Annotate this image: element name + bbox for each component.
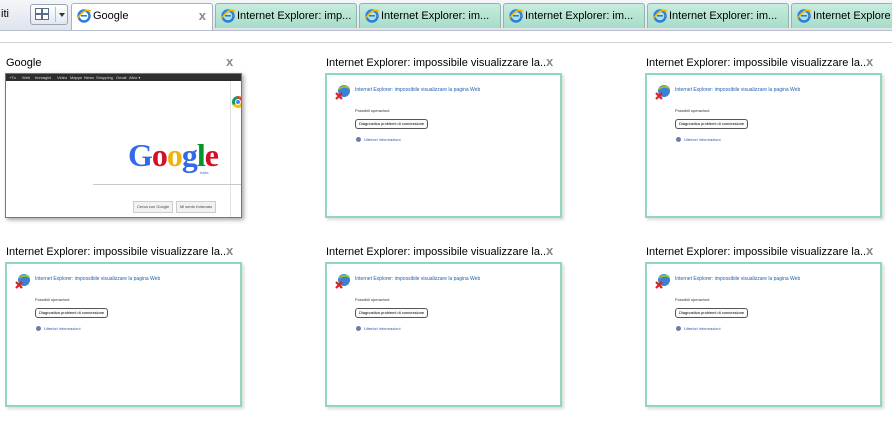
tab-google[interactable]: Google x bbox=[71, 3, 213, 30]
page-preview[interactable]: +Tu Web Immagini Video Mappe News Shoppi… bbox=[5, 73, 242, 218]
tab-label: Internet Explorer: im... bbox=[381, 10, 490, 22]
error-title: Internet Explorer: impossibile visualizz… bbox=[675, 87, 801, 93]
ie-error-globe-icon bbox=[335, 273, 351, 289]
google-subtitle: Italia bbox=[200, 170, 209, 175]
more-info-link: Ulteriori informazioni bbox=[364, 137, 401, 142]
ie-error-globe-icon bbox=[655, 84, 671, 100]
error-title: Internet Explorer: impossibile visualizz… bbox=[35, 276, 161, 282]
thumbnail-title: Internet Explorer: impossibile visualizz… bbox=[326, 57, 550, 69]
ie-page-icon bbox=[652, 8, 668, 24]
thumbnail-ie-error[interactable]: Internet Explorer: impossibile visualizz… bbox=[640, 243, 890, 426]
page-preview[interactable]: Internet Explorer: impossibile visualizz… bbox=[5, 262, 242, 407]
thumbnail-title: Internet Explorer: impossibile visualizz… bbox=[646, 57, 870, 69]
thumbnail-google[interactable]: Google x +Tu Web Immagini Video Mappe Ne… bbox=[0, 54, 250, 237]
close-thumbnail-icon[interactable]: x bbox=[226, 243, 233, 258]
diagnose-button: Diagnostica problemi di connessione bbox=[35, 308, 109, 318]
close-tab-icon[interactable]: x bbox=[199, 8, 206, 23]
divider bbox=[0, 42, 892, 43]
more-info-link: Ulteriori informazioni bbox=[684, 137, 721, 142]
diagnose-button: Diagnostica problemi di connessione bbox=[355, 119, 429, 129]
more-info-link: Ulteriori informazioni bbox=[44, 326, 81, 331]
error-title: Internet Explorer: impossibile visualizz… bbox=[355, 87, 481, 93]
close-thumbnail-icon[interactable]: x bbox=[546, 243, 553, 258]
error-possible-label: Possibili operazioni: bbox=[355, 108, 391, 113]
expand-icon bbox=[36, 326, 41, 331]
close-thumbnail-icon[interactable]: x bbox=[226, 54, 233, 69]
tab-label: Internet Explorer: im... bbox=[669, 10, 778, 22]
thumbnail-title: Internet Explorer: impossibile visualizz… bbox=[646, 246, 870, 258]
ie-page-icon bbox=[76, 8, 92, 24]
tab-list-dropdown-icon[interactable] bbox=[59, 13, 65, 17]
page-preview[interactable]: Internet Explorer: impossibile visualizz… bbox=[325, 262, 562, 407]
ie-page-icon bbox=[796, 8, 812, 24]
tab-ie-error-1[interactable]: Internet Explorer: imp... bbox=[215, 3, 357, 28]
toolbar-label: iti bbox=[1, 8, 9, 20]
ie-page-icon bbox=[220, 8, 236, 24]
google-search-box bbox=[93, 184, 241, 191]
tab-label: Internet Explorer: imp... bbox=[237, 10, 352, 22]
tab-ie-error-2[interactable]: Internet Explorer: im... bbox=[359, 3, 501, 28]
close-thumbnail-icon[interactable]: x bbox=[546, 54, 553, 69]
tab-ie-error-4[interactable]: Internet Explorer: im... bbox=[647, 3, 789, 28]
quick-tabs-button[interactable] bbox=[30, 4, 68, 25]
ie-error-globe-icon bbox=[335, 84, 351, 100]
ie-error-globe-icon bbox=[15, 273, 31, 289]
thumbnail-title: Internet Explorer: impossibile visualizz… bbox=[6, 246, 230, 258]
close-thumbnail-icon[interactable]: x bbox=[866, 54, 873, 69]
thumbnail-ie-error[interactable]: Internet Explorer: impossibile visualizz… bbox=[640, 54, 890, 237]
thumbnail-title: Google bbox=[6, 57, 42, 69]
diagnose-button: Diagnostica problemi di connessione bbox=[675, 119, 749, 129]
google-topbar: +Tu Web Immagini Video Mappe News Shoppi… bbox=[6, 74, 241, 81]
quick-tabs-grid-icon bbox=[35, 8, 49, 21]
thumbnail-ie-error[interactable]: Internet Explorer: impossibile visualizz… bbox=[320, 243, 570, 426]
thumbnail-title: Internet Explorer: impossibile visualizz… bbox=[326, 246, 550, 258]
expand-icon bbox=[356, 326, 361, 331]
google-lucky-button: Mi sento fortunato bbox=[176, 201, 217, 213]
tab-label: Internet Explorer: im... bbox=[525, 10, 634, 22]
tab-bar: iti Google x Internet Explorer: imp... I… bbox=[0, 0, 892, 31]
error-title: Internet Explorer: impossibile visualizz… bbox=[675, 276, 801, 282]
diagnose-button: Diagnostica problemi di connessione bbox=[675, 308, 749, 318]
expand-icon bbox=[676, 137, 681, 142]
error-possible-label: Possibili operazioni: bbox=[355, 297, 391, 302]
thumbnail-ie-error[interactable]: Internet Explorer: impossibile visualizz… bbox=[320, 54, 570, 237]
expand-icon bbox=[676, 326, 681, 331]
error-title: Internet Explorer: impossibile visualizz… bbox=[355, 276, 481, 282]
thumbnail-ie-error[interactable]: Internet Explorer: impossibile visualizz… bbox=[0, 243, 250, 426]
tab-label: Google bbox=[93, 10, 129, 22]
page-preview[interactable]: Internet Explorer: impossibile visualizz… bbox=[645, 262, 882, 407]
more-info-link: Ulteriori informazioni bbox=[684, 326, 721, 331]
tab-ie-error-5[interactable]: Internet Explore bbox=[791, 3, 892, 28]
tab-label: Internet Explore bbox=[813, 10, 891, 22]
diagnose-button: Diagnostica problemi di connessione bbox=[355, 308, 429, 318]
ie-error-globe-icon bbox=[655, 273, 671, 289]
more-info-link: Ulteriori informazioni bbox=[364, 326, 401, 331]
page-preview[interactable]: Internet Explorer: impossibile visualizz… bbox=[325, 73, 562, 218]
google-search-button: Cerca con Google bbox=[133, 201, 174, 213]
error-possible-label: Possibili operazioni: bbox=[675, 108, 711, 113]
page-preview[interactable]: Internet Explorer: impossibile visualizz… bbox=[645, 73, 882, 218]
chrome-logo-icon bbox=[232, 96, 241, 108]
close-thumbnail-icon[interactable]: x bbox=[866, 243, 873, 258]
error-possible-label: Possibili operazioni: bbox=[675, 297, 711, 302]
tab-ie-error-3[interactable]: Internet Explorer: im... bbox=[503, 3, 645, 28]
expand-icon bbox=[356, 137, 361, 142]
ie-page-icon bbox=[364, 8, 380, 24]
google-logo: Google bbox=[128, 137, 219, 173]
ie-page-icon bbox=[508, 8, 524, 24]
error-possible-label: Possibili operazioni: bbox=[35, 297, 71, 302]
